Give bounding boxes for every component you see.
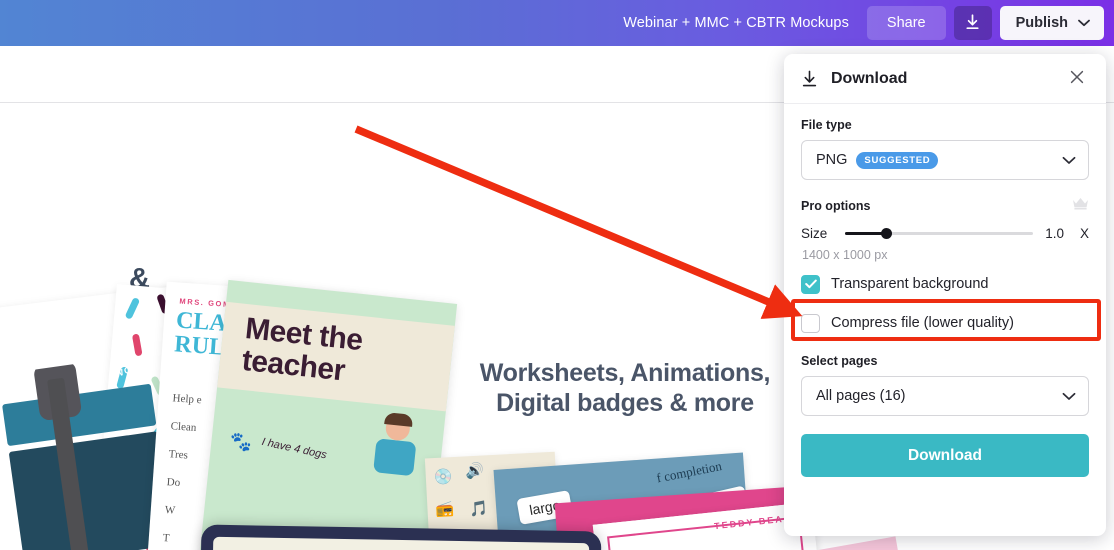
- tempo-card-heading: f completion: [655, 458, 723, 486]
- select-pages-label: Select pages: [801, 354, 878, 368]
- document-title: Webinar + MMC + CBTR Mockups: [623, 15, 849, 31]
- select-pages-select[interactable]: All pages (16): [801, 376, 1089, 416]
- download-panel-title: Download: [831, 69, 908, 87]
- publish-button[interactable]: Publish: [999, 6, 1104, 40]
- file-type-select[interactable]: PNG SUGGESTED: [801, 140, 1089, 180]
- file-type-value: PNG: [816, 152, 848, 168]
- top-toolbar: Webinar + MMC + CBTR Mockups Share Publi…: [0, 0, 1114, 46]
- close-icon: [1069, 69, 1085, 88]
- share-button-label: Share: [886, 15, 926, 31]
- slider-thumb[interactable]: [881, 228, 892, 239]
- download-panel: Download File type PNG SUGGESTED Pro opt…: [784, 54, 1106, 536]
- collage-pink-stripe: [806, 536, 924, 550]
- size-row: Size 1.0 X: [801, 225, 1089, 241]
- output-dimensions: 1400 x 1000 px: [802, 248, 888, 262]
- pro-options-label: Pro options: [801, 199, 871, 213]
- app-root: & anizers: [0, 0, 1114, 550]
- download-icon: [964, 13, 981, 34]
- rules-item: Help e: [172, 392, 202, 407]
- crown-icon: [1072, 197, 1089, 215]
- rules-item: Clean: [170, 420, 197, 435]
- select-pages-value: All pages (16): [816, 388, 906, 404]
- rules-item: Do: [166, 476, 181, 490]
- file-type-label: File type: [801, 118, 852, 132]
- transparent-background-option[interactable]: Transparent background: [801, 267, 1089, 301]
- rules-item: W: [164, 504, 176, 517]
- download-toolbar-button[interactable]: [953, 6, 992, 40]
- rules-item: Tres: [168, 448, 189, 462]
- download-icon: [800, 69, 819, 89]
- collage-wood-label: WOOD: [113, 359, 149, 380]
- compress-file-label: Compress file (lower quality): [831, 315, 1014, 331]
- canvas-headline: Worksheets, Animations, Digital badges &…: [430, 359, 820, 418]
- share-button[interactable]: Share: [866, 6, 946, 40]
- teacher-illustration: [364, 412, 427, 491]
- select-pages-section: Select pages All pages (16): [801, 354, 1089, 416]
- transparent-background-label: Transparent background: [831, 276, 989, 292]
- compress-file-checkbox[interactable]: [801, 313, 820, 333]
- chevron-down-icon: [1062, 392, 1076, 401]
- meet-note: I have 4 dogs: [260, 435, 328, 462]
- download-submit-button[interactable]: Download: [801, 434, 1089, 477]
- transparent-background-checkbox[interactable]: [801, 274, 820, 294]
- chevron-down-icon: [1062, 156, 1076, 165]
- size-label: Size: [801, 225, 828, 241]
- publish-button-label: Publish: [1015, 15, 1068, 31]
- pro-options-row: Pro options: [801, 197, 1089, 215]
- size-value: 1.0: [1045, 225, 1064, 241]
- download-panel-header: Download: [784, 54, 1106, 104]
- suggested-badge: SUGGESTED: [856, 151, 939, 169]
- slider-track-fill: [845, 232, 885, 235]
- close-button[interactable]: [1064, 66, 1090, 92]
- download-panel-body: File type PNG SUGGESTED Pro options Size…: [784, 104, 1106, 477]
- size-slider[interactable]: [845, 225, 1034, 241]
- chevron-down-icon: [1078, 15, 1090, 31]
- size-unit: X: [1079, 225, 1089, 241]
- compress-file-option[interactable]: Compress file (lower quality): [801, 306, 1089, 340]
- rules-item: T: [162, 531, 170, 545]
- collage-meet-teacher-card: Meet the teacher 🐾 I have 4 dogs: [192, 279, 458, 550]
- canvas-headline-line2: Digital badges & more: [496, 388, 754, 417]
- canvas-headline-line1: Worksheets, Animations,: [479, 359, 771, 387]
- paw-icon: 🐾: [228, 430, 253, 454]
